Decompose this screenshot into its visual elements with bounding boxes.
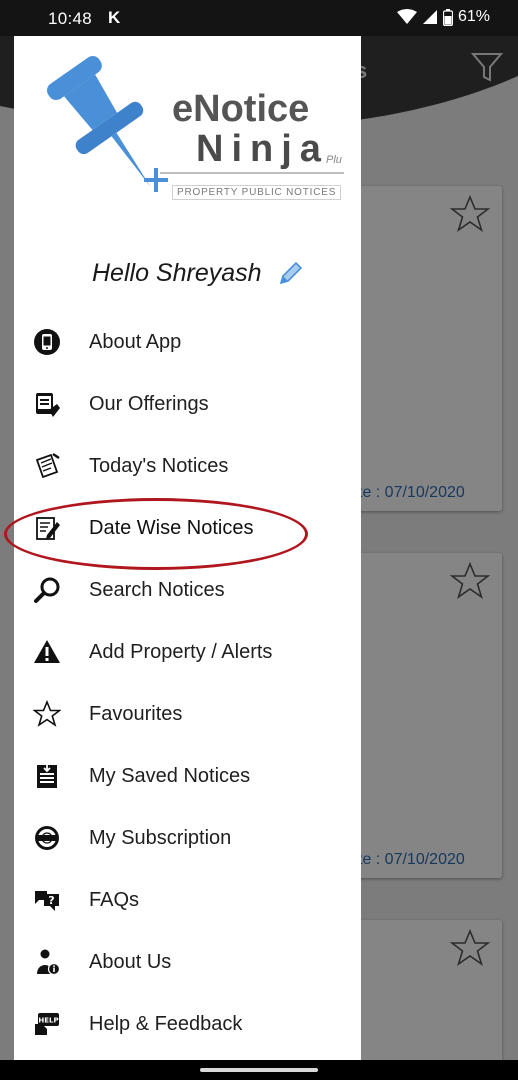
logo-title-line2: Ninja	[196, 128, 329, 170]
saved-notice-icon	[32, 761, 62, 791]
menu-item-date-wise-notices[interactable]: Date Wise Notices	[14, 502, 361, 554]
menu-item-about-app[interactable]: About App	[14, 316, 361, 368]
logo-suffix: Plu	[326, 154, 342, 166]
edit-document-icon	[32, 513, 62, 543]
notepad-pen-icon	[32, 451, 62, 481]
app-indicator: K	[108, 8, 121, 27]
menu-item-help-feedback[interactable]: HELP Help & Feedback	[14, 998, 361, 1050]
wifi-icon	[396, 9, 417, 24]
phone-circle-icon	[32, 327, 62, 357]
menu-label: About App	[89, 330, 182, 353]
menu-item-about-us[interactable]: About Us	[14, 936, 361, 988]
app-logo: eNotice Ninja Plu PROPERTY PUBLIC NOTICE…	[44, 52, 344, 232]
tablet-hand-icon	[32, 389, 62, 419]
menu-label: Help & Feedback	[89, 1012, 243, 1035]
menu-label: Our Offerings	[89, 392, 209, 415]
battery-percent: 61%	[457, 8, 490, 25]
menu-label: Favourites	[89, 702, 183, 725]
menu-label: FAQs	[89, 888, 140, 911]
star-outline-icon	[32, 699, 62, 729]
user-greeting: Hello Shreyash	[92, 259, 304, 288]
status-bar: 10:48 K 61%	[0, 0, 518, 36]
help-chat-icon: HELP	[32, 1009, 62, 1039]
person-info-icon	[32, 947, 62, 977]
menu-item-todays-notices[interactable]: Today's Notices	[14, 440, 361, 492]
logo-divider	[160, 172, 344, 174]
svg-text:HELP: HELP	[38, 1017, 58, 1025]
status-indicators: 61%	[396, 8, 490, 26]
subscription-seal-icon	[32, 823, 62, 853]
pushpin-logo-icon	[47, 55, 168, 192]
menu-item-our-offerings[interactable]: Our Offerings	[14, 378, 361, 430]
signal-icon	[422, 10, 437, 24]
faq-bubbles-icon: ?	[32, 885, 62, 915]
menu-label: My Saved Notices	[89, 764, 251, 787]
battery-icon	[442, 8, 453, 26]
menu-item-add-property-alerts[interactable]: Add Property / Alerts	[14, 626, 361, 678]
menu-item-search-notices[interactable]: Search Notices	[14, 564, 361, 616]
menu-item-my-saved-notices[interactable]: My Saved Notices	[14, 750, 361, 802]
greeting-text: Hello Shreyash	[92, 259, 262, 287]
menu-label: Search Notices	[89, 578, 225, 601]
magnifier-icon	[32, 575, 62, 605]
menu-item-faqs[interactable]: ? FAQs	[14, 874, 361, 926]
status-time: 10:48	[48, 9, 93, 28]
svg-text:?: ?	[48, 894, 54, 907]
menu-item-favourites[interactable]: Favourites	[14, 688, 361, 740]
menu-label: Add Property / Alerts	[89, 640, 273, 663]
navigation-drawer: eNotice Ninja Plu PROPERTY PUBLIC NOTICE…	[4, 36, 361, 1060]
menu-label: Date Wise Notices	[89, 516, 254, 539]
menu-label: About Us	[89, 950, 172, 973]
menu-label: My Subscription	[89, 826, 232, 849]
system-nav-bar	[0, 1060, 518, 1080]
pencil-edit-icon[interactable]	[276, 260, 304, 288]
menu-label: Today's Notices	[89, 454, 229, 477]
warning-triangle-icon	[32, 637, 62, 667]
logo-title-line1: eNotice	[172, 88, 310, 130]
home-gesture-handle[interactable]	[200, 1068, 318, 1072]
logo-tagline: PROPERTY PUBLIC NOTICES	[172, 185, 342, 200]
menu-item-my-subscription[interactable]: My Subscription	[14, 812, 361, 864]
